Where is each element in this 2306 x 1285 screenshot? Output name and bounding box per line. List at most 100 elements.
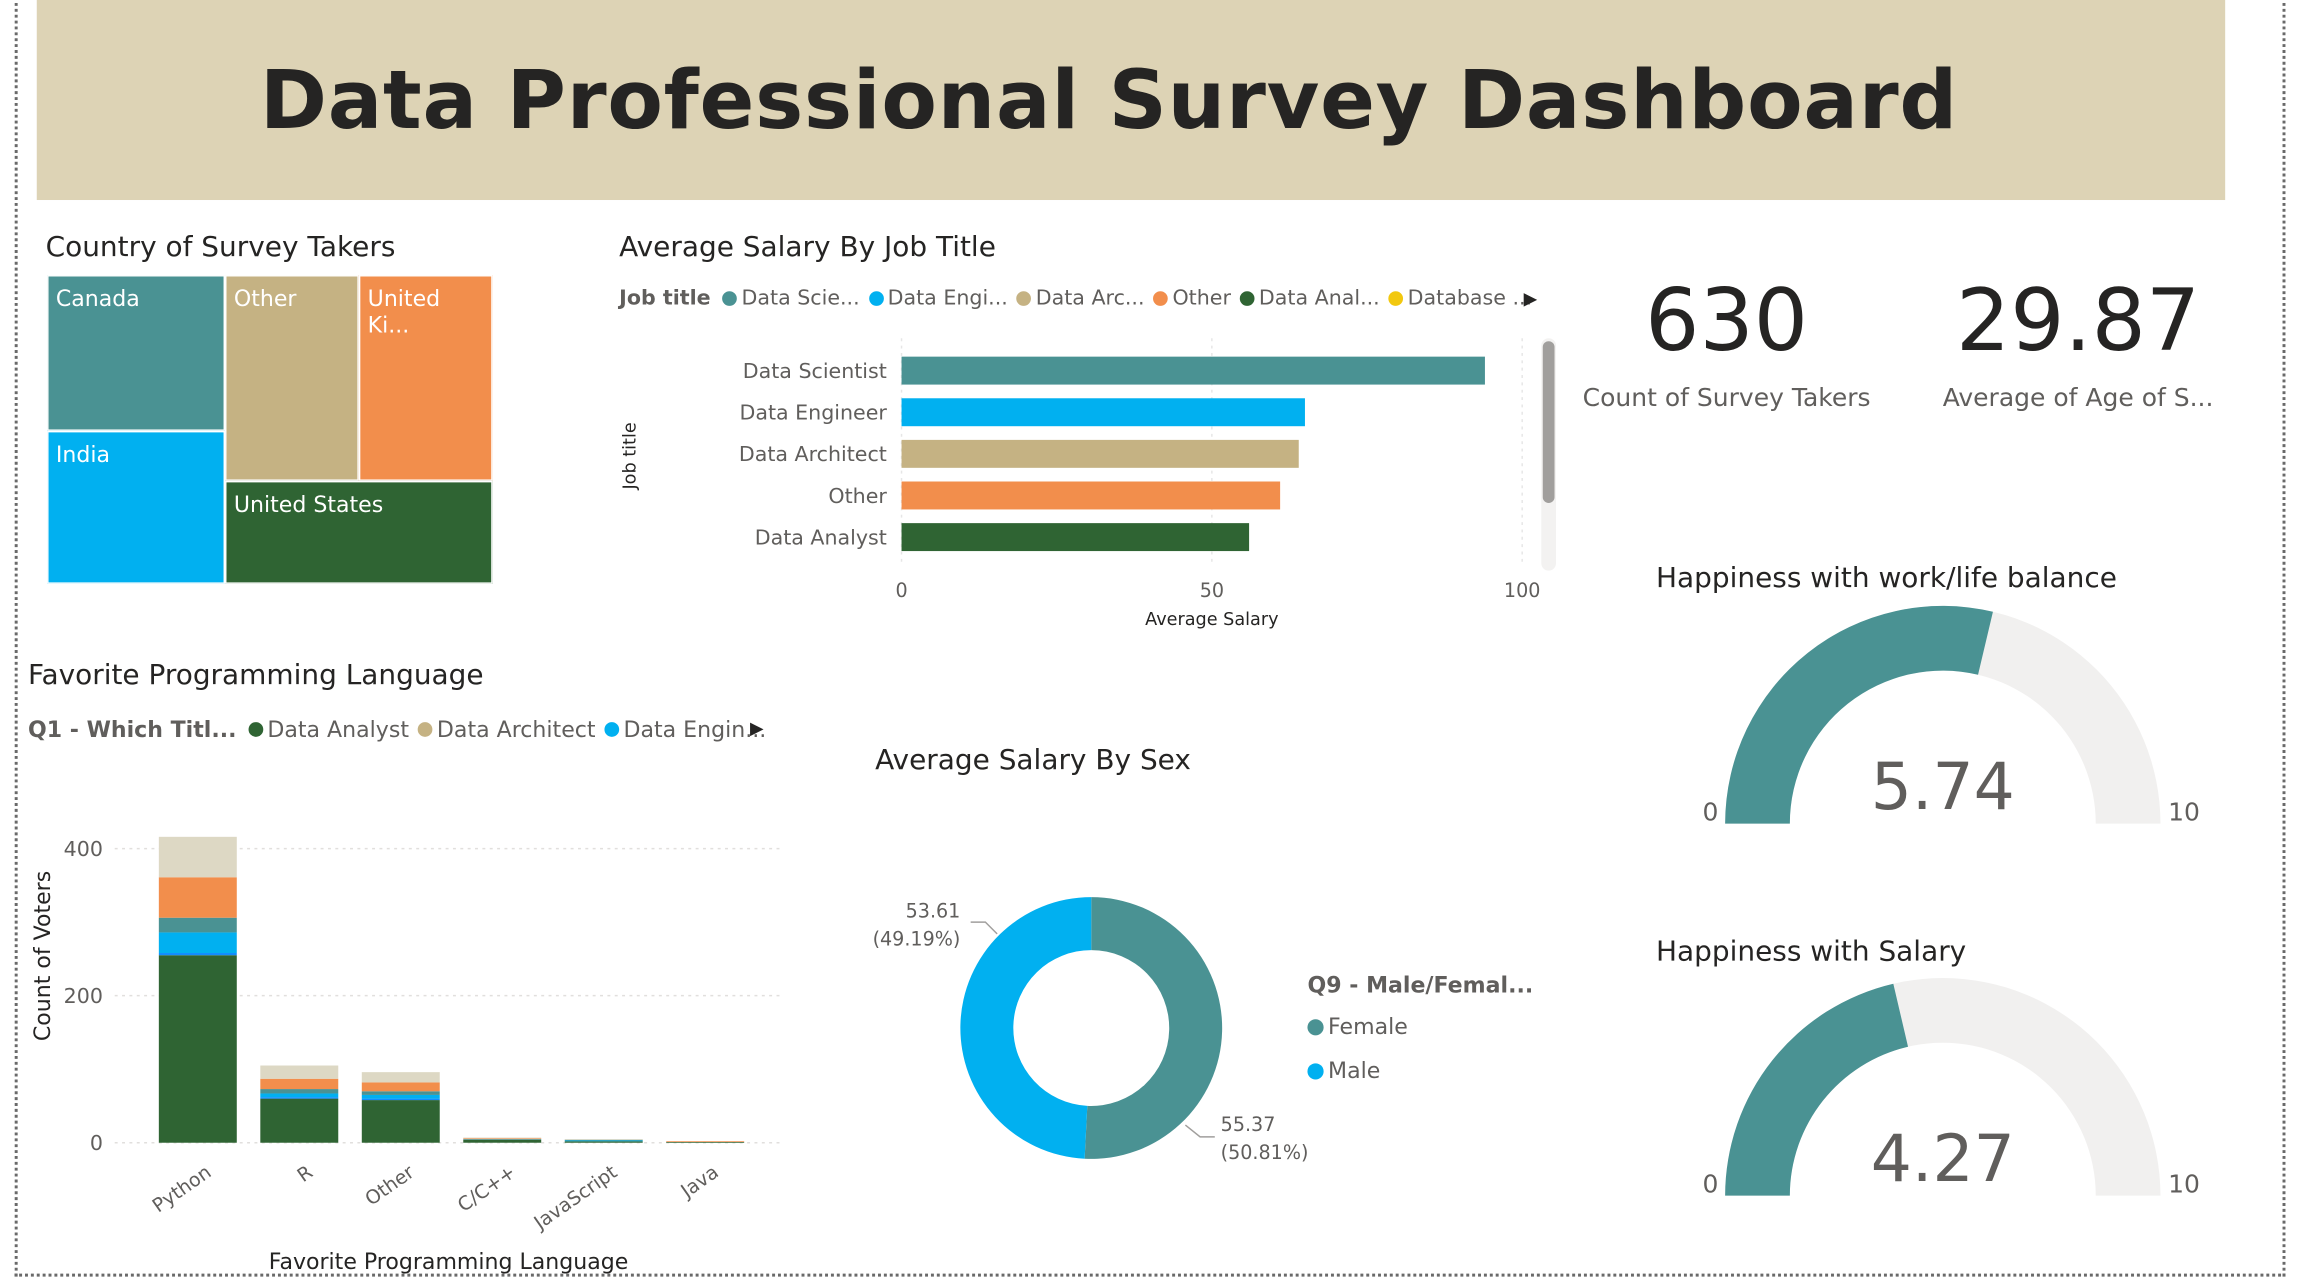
gauge-min-label: 0: [1702, 1170, 1718, 1199]
gauge-value: 4.27: [1871, 1122, 2015, 1197]
gauge-salary-title: Happiness with Salary: [1656, 935, 1967, 968]
data-label: 55.37: [1221, 1113, 1276, 1136]
data-label: 53.61: [906, 900, 961, 923]
legend-title: Q9 - Male/Femal...: [1307, 972, 1534, 999]
legend-dot: [1307, 1018, 1324, 1035]
bar-segment: [463, 1138, 542, 1140]
tile-label: United States: [233, 491, 384, 518]
legend-dot: [1153, 291, 1169, 306]
legend-item[interactable]: Data Engi...: [868, 287, 1008, 310]
legend-item[interactable]: Data Scie...: [722, 286, 860, 311]
treemap-tile-united-states[interactable]: United States: [225, 480, 493, 584]
legend-label: Data Scie...: [741, 286, 860, 311]
legend-item[interactable]: Data Arc...: [1016, 286, 1145, 311]
x-axis-label: Favorite Programming Language: [269, 1250, 629, 1275]
bar-segment: [260, 1089, 339, 1094]
category-label: Other: [828, 484, 887, 508]
title-banner: Data Professional Survey Dashboard: [36, 0, 2226, 201]
card-age-value: 29.87: [1955, 270, 2201, 371]
legend-title: Q1 - Which Titl...: [27, 716, 237, 743]
bar-segment: [564, 1141, 643, 1143]
bar-segment: [260, 1093, 339, 1098]
category-label: Data Analyst: [755, 525, 887, 549]
treemap-tile-canada[interactable]: Canada: [47, 275, 226, 431]
legend-item[interactable]: Data Anal...: [1239, 286, 1380, 311]
data-label: (49.19%): [873, 928, 961, 951]
gauge-worklife-title: Happiness with work/life balance: [1656, 561, 2117, 595]
treemap-tile-other[interactable]: Other: [225, 275, 359, 481]
legend-label: Other: [1172, 286, 1231, 311]
donut-slice: [960, 897, 1092, 1159]
legend-item[interactable]: Data Architect: [417, 716, 596, 743]
legend-label: Data Engin...: [623, 716, 767, 743]
category-label: Java: [676, 1160, 723, 1203]
treemap-tile-india[interactable]: India: [47, 430, 226, 584]
legend-item[interactable]: Male: [1307, 1057, 1533, 1084]
legend-dot: [1388, 291, 1404, 306]
bar-segment: [158, 836, 237, 878]
gauge-max-label: 10: [2168, 798, 2200, 827]
legend-item[interactable]: Other: [1153, 286, 1231, 311]
bar: [901, 523, 1250, 552]
legend-label: Database ...: [1407, 286, 1533, 311]
card-age-label: Average of Age of S...: [1942, 383, 2214, 414]
tile-label: Canada: [55, 285, 140, 312]
bar: [901, 439, 1299, 468]
bar-segment: [158, 955, 237, 1143]
bar-segment: [158, 917, 237, 933]
gauge-worklife: 5.74 0 10: [1702, 605, 2200, 827]
page-title: Data Professional Survey Dashboard: [259, 52, 1958, 148]
data-label: (50.81%): [1221, 1141, 1309, 1164]
legend-dot: [248, 722, 263, 737]
bar-segment: [666, 1141, 745, 1143]
legend-title: Job title: [619, 286, 711, 311]
salary-job-title: Average Salary By Job Title: [619, 230, 996, 264]
category-label: JavaScript: [529, 1160, 622, 1235]
legend-dot: [1016, 291, 1032, 306]
bar-segment: [158, 932, 237, 954]
lang-legend: Q1 - Which Titl... Data Analyst Data Arc…: [28, 716, 775, 742]
bar-segment: [158, 877, 237, 918]
bar-segment: [666, 1141, 745, 1142]
bar-segment: [260, 1097, 339, 1099]
legend-item[interactable]: Database ...: [1388, 286, 1533, 311]
card-count-label: Count of Survey Takers: [1582, 383, 1871, 414]
bar-segment: [158, 953, 237, 956]
legend-item[interactable]: Female: [1307, 1013, 1533, 1040]
legend-label: Data Anal...: [1258, 286, 1380, 311]
bar: [901, 356, 1485, 385]
gauge-salary: 4.27 0 10: [1702, 978, 2200, 1199]
legend-item[interactable]: Data Analyst: [248, 716, 409, 743]
bar-segment: [260, 1098, 339, 1143]
treemap-tile-united-kingdom[interactable]: United Ki...: [358, 275, 493, 481]
bar: [901, 481, 1281, 510]
y-tick-label: 0: [90, 1131, 103, 1155]
bar-segment: [260, 1078, 339, 1090]
category-label: Python: [148, 1160, 215, 1217]
legend-label: Data Architect: [436, 716, 596, 743]
legend-dot: [1307, 1062, 1324, 1079]
gauge-max-label: 10: [2168, 1170, 2200, 1199]
category-label: Other: [361, 1160, 419, 1210]
lang-chart: 0 200 400 Python R Other C/C++ JavaScript Java Fa…: [31, 836, 780, 1275]
legend-label: Data Arc...: [1035, 286, 1145, 311]
y-tick-label: 200: [64, 984, 103, 1008]
tile-label: India: [55, 441, 111, 468]
sex-donut-chart: 53.61 (49.19%) 55.37 (50.81%): [873, 897, 1309, 1164]
sex-title: Average Salary By Sex: [875, 744, 1191, 777]
x-tick-label: 50: [1200, 579, 1224, 602]
treemap-title: Country of Survey Takers: [45, 230, 396, 264]
legend-dot: [1239, 291, 1255, 306]
bar-segment: [463, 1137, 542, 1139]
category-label: R: [293, 1160, 317, 1186]
y-axis-label: Count of Voters: [31, 871, 56, 1041]
bar-segment: [260, 1065, 339, 1079]
bar-segment: [463, 1139, 542, 1140]
legend-next-arrow-icon[interactable]: ▶: [750, 718, 764, 739]
bar-segment: [564, 1139, 643, 1141]
x-tick-label: 0: [895, 579, 907, 602]
legend-item[interactable]: Data Engin...: [604, 716, 767, 743]
bar-segment: [361, 1100, 440, 1143]
legend-dot: [868, 291, 884, 306]
sex-legend: Q9 - Male/Femal... Female Male: [1307, 972, 1533, 1084]
